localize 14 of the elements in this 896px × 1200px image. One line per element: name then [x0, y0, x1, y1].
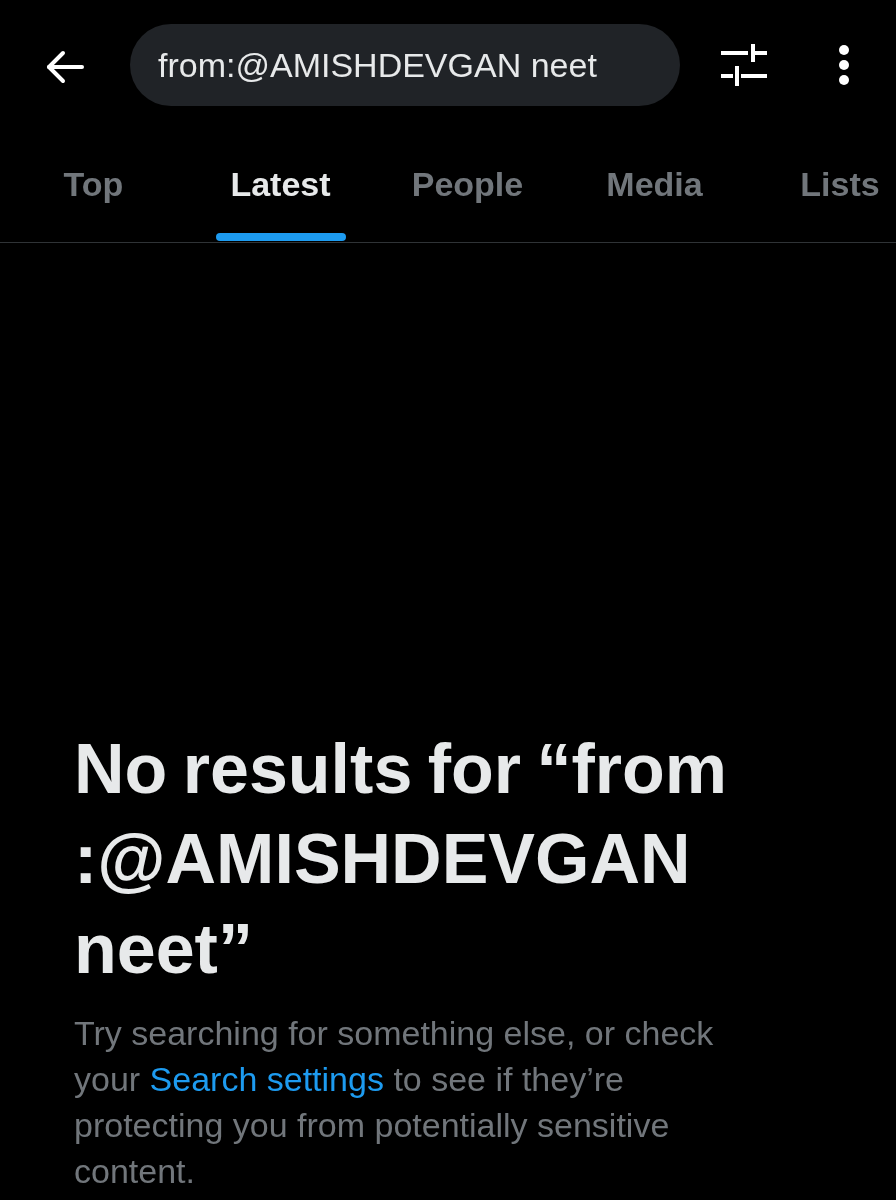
search-field[interactable]: from:@AMISHDEVGAN neet — [130, 24, 680, 106]
tab[interactable]: Lists — [748, 140, 896, 242]
tab[interactable]: Media — [561, 140, 748, 242]
no-results-heading: No results for “from:@AMISHDEVGAN neet” — [74, 729, 729, 990]
sliders-icon — [721, 44, 767, 86]
back-button[interactable] — [46, 50, 84, 84]
more-options-button[interactable] — [837, 44, 851, 86]
search-filter-button[interactable] — [721, 44, 767, 86]
search-settings-link[interactable]: Search settings — [149, 1060, 384, 1098]
no-results-message: Try searching for something else, or check your Search settings to see if they’re protecting you from potentially sensitive content. — [74, 1013, 715, 1192]
more-vertical-icon — [837, 44, 851, 86]
tab[interactable]: People — [374, 140, 561, 242]
tab[interactable]: Latest — [187, 140, 374, 242]
tab[interactable]: Top — [0, 140, 187, 242]
